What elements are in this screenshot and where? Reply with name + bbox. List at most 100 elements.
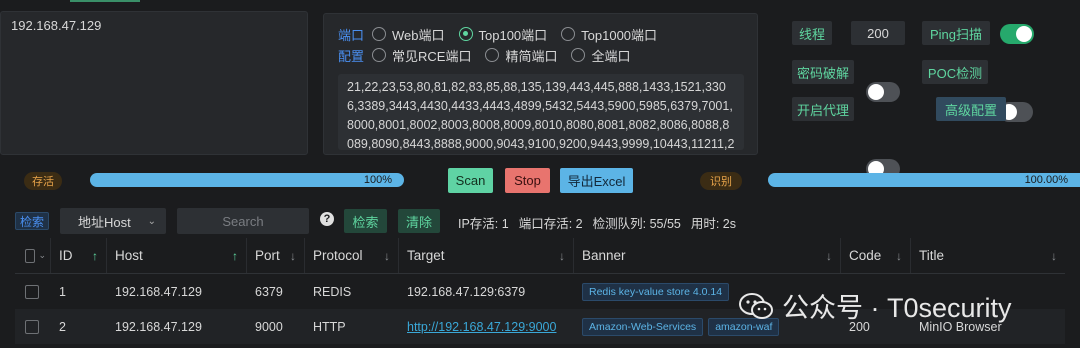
wechat-icon (739, 292, 773, 319)
export-excel-button[interactable]: 导出Excel (560, 168, 633, 193)
sort-down-icon: ↓ (384, 248, 390, 263)
sort-down-icon: ↓ (1051, 248, 1057, 263)
port-config-panel: 端口 Web端口 Top100端口 Top1000端口 配置 常见RCE端口 精… (323, 13, 758, 155)
radio-circle-icon (485, 48, 500, 62)
cell-target: 192.168.47.129:6379 (407, 284, 526, 299)
search-field-select-value: 地址Host (78, 214, 131, 230)
col-id[interactable]: ID ↑ (51, 238, 107, 273)
sort-up-icon: ↑ (232, 248, 238, 263)
sort-down-icon: ↓ (826, 248, 832, 263)
radio-top100-ports[interactable]: Top100端口 (458, 25, 548, 44)
col-host[interactable]: Host ↑ (107, 238, 247, 273)
port-label: 端口 (338, 27, 365, 43)
col-port[interactable]: Port ↓ (247, 238, 305, 273)
col-label: Protocol (313, 248, 363, 263)
cell-protocol: REDIS (313, 284, 352, 299)
sort-down-icon: ↓ (559, 248, 565, 263)
col-banner[interactable]: Banner ↓ (574, 238, 841, 273)
col-label: Banner (582, 248, 626, 263)
alive-progress-text: 100% (363, 174, 392, 186)
identify-tag: 识别 (700, 172, 742, 190)
radio-label: Top100端口 (478, 27, 548, 43)
password-brute-toggle[interactable] (866, 82, 900, 102)
radio-web-ports[interactable]: Web端口 (372, 25, 445, 44)
search-input[interactable] (177, 208, 309, 234)
help-icon[interactable]: ? (320, 212, 334, 226)
banner-tag: Redis key-value store 4.0.14 (582, 282, 730, 301)
cell-host: 192.168.47.129 (115, 284, 202, 299)
threads-input[interactable]: 200 (851, 21, 905, 45)
col-label: Target (407, 248, 445, 263)
search-field-select[interactable]: 地址Host ⌄ (60, 208, 166, 234)
identify-progress-text: 100.00% (1024, 174, 1068, 186)
ping-scan-label: Ping扫描 (922, 21, 990, 45)
row-select-cell (15, 309, 51, 344)
watermark: 公众号 · T0security (738, 286, 1012, 325)
alive-tag: 存活 (24, 172, 62, 190)
radio-label: 常见RCE端口 (392, 48, 472, 64)
radio-label: 精简端口 (505, 48, 558, 64)
radio-circle-selected-icon (458, 27, 473, 41)
target-link[interactable]: http://192.168.47.129:9000 (407, 320, 556, 334)
port-options-row-1: 端口 Web端口 Top100端口 Top1000端口 (338, 24, 671, 44)
col-code[interactable]: Code ↓ (841, 238, 911, 273)
clear-button[interactable]: 清除 (398, 209, 440, 233)
scan-button[interactable]: Scan (448, 168, 493, 193)
cell-id: 2 (59, 319, 66, 334)
port-options-row-2: 配置 常见RCE端口 精简端口 全端口 (338, 45, 671, 65)
select-all-header[interactable]: ⌄ (15, 238, 51, 273)
chevron-down-icon: ⌄ (38, 250, 46, 260)
cell-protocol: HTTP (313, 319, 346, 334)
row-select-cell (15, 274, 51, 309)
search-tag: 检索 (15, 212, 49, 230)
col-label: Title (919, 248, 945, 263)
cell-id: 1 (59, 284, 66, 299)
col-title[interactable]: Title ↓ (911, 238, 1065, 273)
target-input-panel (0, 11, 308, 155)
config-label: 配置 (338, 48, 365, 64)
poc-check-label: POC检测 (922, 60, 988, 84)
radio-lite-ports[interactable]: 精简端口 (485, 46, 557, 65)
cell-host: 192.168.47.129 (115, 319, 202, 334)
top-accent-line (70, 0, 140, 2)
ping-scan-toggle[interactable] (1000, 24, 1034, 44)
scan-stats: IP存活: 1 端口存活: 2 检测队列: 55/55 用时: 2s (458, 213, 736, 232)
radio-circle-icon (561, 27, 576, 41)
banner-tag: Amazon-Web-Services (582, 317, 704, 336)
stat-ip-alive: IP存活: 1 (458, 217, 509, 231)
row-checkbox[interactable] (25, 319, 39, 334)
table-header: ⌄ ID ↑ Host ↑ Port ↓ Protocol ↓ Target ↓ Bann… (15, 238, 1065, 274)
row-checkbox[interactable] (25, 284, 39, 299)
advanced-config-button[interactable]: 高级配置 (936, 97, 1006, 121)
stat-elapsed: 用时: 2s (690, 217, 737, 231)
col-label: ID (59, 248, 73, 263)
password-brute-label: 密码破解 (792, 60, 854, 84)
col-protocol[interactable]: Protocol ↓ (305, 238, 399, 273)
ports-list-field[interactable]: 21,22,23,53,80,81,82,83,85,88,135,139,44… (338, 74, 744, 150)
radio-rce-ports[interactable]: 常见RCE端口 (372, 46, 471, 65)
cell-target: http://192.168.47.129:9000 (399, 309, 574, 344)
radio-top1000-ports[interactable]: Top1000端口 (561, 25, 657, 44)
col-label: Code (849, 248, 882, 263)
stat-port-alive: 端口存活: 2 (518, 217, 583, 231)
radio-label: Web端口 (392, 27, 445, 43)
col-label: Port (255, 248, 280, 263)
radio-circle-icon (571, 48, 586, 62)
cell-port: 9000 (255, 319, 283, 334)
sort-up-icon: ↑ (92, 248, 98, 263)
stat-queue: 检测队列: 55/55 (592, 217, 681, 231)
radio-circle-icon (372, 27, 386, 41)
proxy-label: 开启代理 (792, 97, 854, 121)
search-button[interactable]: 检索 (344, 209, 387, 233)
chevron-down-icon: ⌄ (147, 215, 156, 227)
sort-down-icon: ↓ (290, 248, 296, 263)
cell-port: 6379 (255, 284, 283, 299)
target-input[interactable] (11, 18, 301, 148)
stop-button[interactable]: Stop (505, 168, 550, 193)
threads-label: 线程 (792, 21, 832, 45)
radio-all-ports[interactable]: 全端口 (571, 46, 630, 65)
sort-down-icon: ↓ (896, 248, 902, 263)
col-target[interactable]: Target ↓ (399, 238, 574, 273)
radio-circle-icon (372, 48, 386, 62)
select-all-checkbox[interactable] (25, 248, 36, 263)
